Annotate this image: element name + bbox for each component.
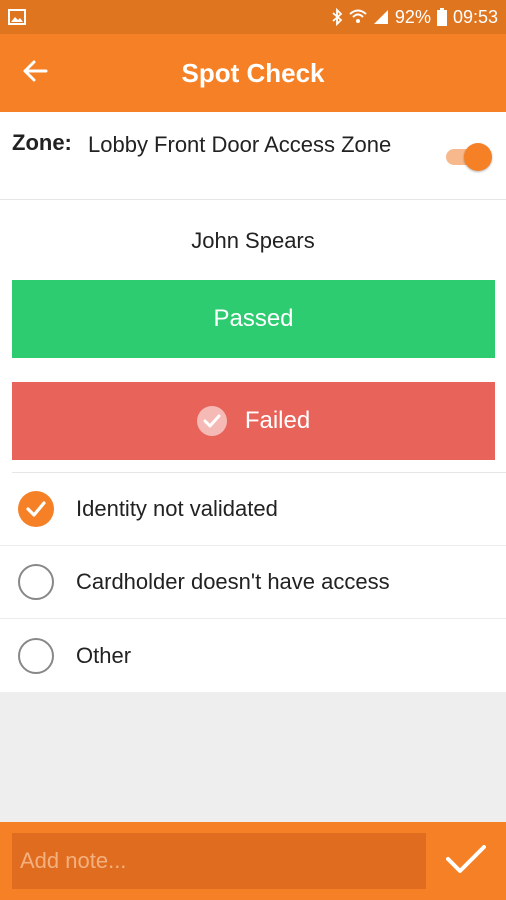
zone-label: Zone: <box>12 130 72 155</box>
status-time: 09:53 <box>452 6 498 27</box>
status-bar: 92% 09:53 <box>0 0 506 34</box>
note-input[interactable] <box>12 833 426 889</box>
page-title: Spot Check <box>181 57 325 88</box>
app-bar: Spot Check <box>0 34 506 112</box>
battery-icon <box>436 8 447 26</box>
failure-reason-label: Cardholder doesn't have access <box>76 569 390 594</box>
zone-toggle[interactable] <box>444 142 492 171</box>
zone-value: Lobby Front Door Access Zone <box>88 132 392 157</box>
note-bar <box>0 822 506 900</box>
checked-circle-icon <box>18 491 54 527</box>
check-circle-icon <box>196 406 227 436</box>
passed-button-label: Passed <box>213 305 294 332</box>
toggle-thumb <box>464 143 492 171</box>
passed-button[interactable]: Passed <box>12 280 495 358</box>
spot-check-form: Zone: Lobby Front Door Access Zone John … <box>0 112 506 692</box>
wifi-icon <box>349 9 367 25</box>
zone-row: Zone: Lobby Front Door Access Zone <box>0 112 506 200</box>
bluetooth-icon <box>331 8 343 26</box>
failed-button-label: Failed <box>244 407 311 434</box>
failure-reason-access[interactable]: Cardholder doesn't have access <box>0 546 506 619</box>
unchecked-circle-icon <box>18 637 54 674</box>
confirm-button[interactable] <box>436 833 496 889</box>
failure-reason-identity[interactable]: Identity not validated <box>0 473 506 546</box>
image-notification-icon <box>8 9 26 25</box>
signal-icon <box>373 9 389 25</box>
arrow-left-icon <box>22 59 48 88</box>
unchecked-circle-icon <box>18 564 54 600</box>
person-name: John Spears <box>191 228 315 253</box>
battery-percent: 92% <box>394 6 431 27</box>
failure-reason-label: Identity not validated <box>76 496 278 521</box>
failed-button[interactable]: Failed <box>12 382 495 460</box>
checkmark-icon <box>445 843 487 880</box>
failure-reason-label: Other <box>76 642 132 668</box>
back-button[interactable] <box>0 34 70 112</box>
failure-reason-other[interactable]: Other <box>0 619 506 692</box>
